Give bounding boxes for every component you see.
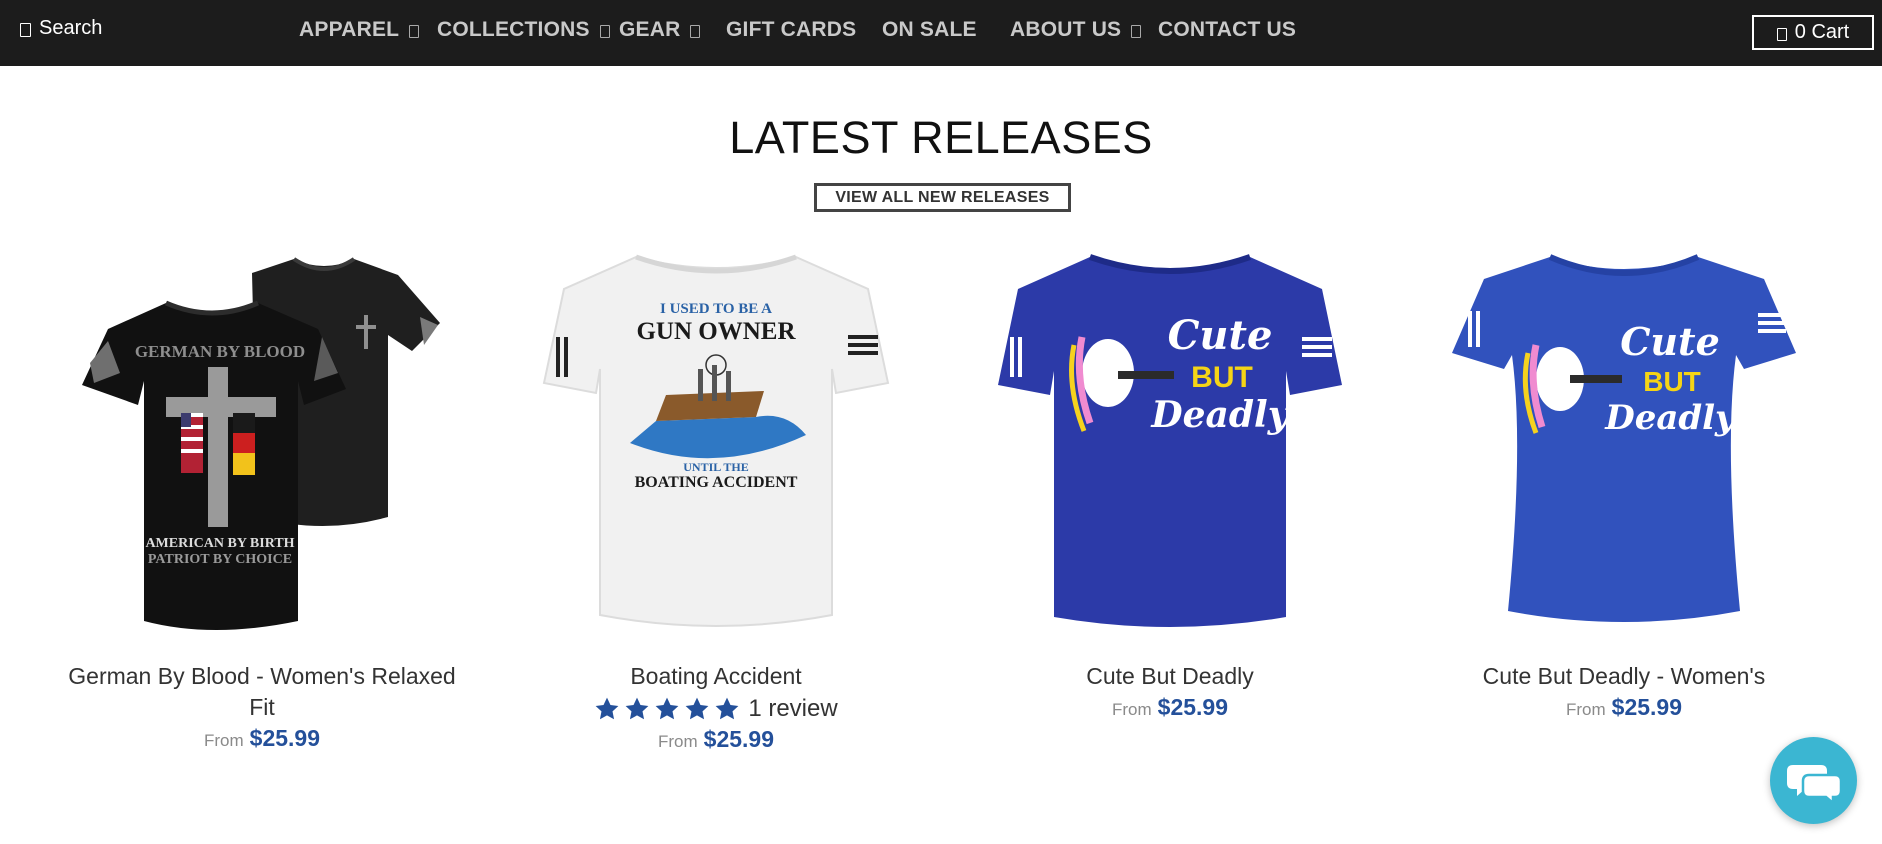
price-line: From $25.99 xyxy=(1414,694,1834,724)
print-line-1: I USED TO BE A xyxy=(660,301,772,317)
nav-on-sale[interactable]: ON SALE xyxy=(882,14,977,46)
price-prefix: From xyxy=(1111,700,1152,719)
product-price: $25.99 xyxy=(1157,694,1229,720)
nav-on-sale-label: ON SALE xyxy=(882,18,977,41)
star-icon xyxy=(625,697,649,719)
product-price: $25.99 xyxy=(1611,694,1683,720)
print-line-2: AMERICAN BY BIRTH xyxy=(145,536,294,551)
product-price: $25.99 xyxy=(249,725,321,751)
cart-label: 0 Cart xyxy=(1794,21,1850,43)
print-line-3: PATRIOT BY CHOICE xyxy=(148,552,292,567)
price-line: From $25.99 xyxy=(960,694,1380,724)
print-line-1: Cute xyxy=(1168,312,1273,359)
royal-blue-tshirt-unicorn-print[interactable]: Cute BUT Deadly xyxy=(970,245,1370,645)
nav-about-us[interactable]: ABOUT US xyxy=(1010,14,1142,46)
cart-icon xyxy=(1776,28,1787,41)
top-navigation-bar: Search APPAREL COLLECTIONS GEAR GIFT CAR… xyxy=(0,0,1882,66)
product-card[interactable]: GERMAN BY BLOOD AMERICAN BY BIRTH PATRIO… xyxy=(52,245,472,755)
print-line-2: BUT xyxy=(1643,366,1701,397)
product-title[interactable]: Cute But Deadly - Women's xyxy=(1414,661,1834,692)
print-line-1: Cute xyxy=(1620,319,1720,364)
nav-gift-cards-label: GIFT CARDS xyxy=(726,18,857,41)
nav-contact-us-label: CONTACT US xyxy=(1158,18,1297,41)
star-rating[interactable]: 1 review xyxy=(506,693,926,724)
product-card[interactable]: Cute BUT Deadly Cute But Deadly - Women'… xyxy=(1414,245,1834,724)
white-tshirt-boat-print[interactable]: I USED TO BE A GUN OWNER UNTIL THE BOATI… xyxy=(516,245,916,645)
nav-apparel[interactable]: APPAREL xyxy=(299,14,420,46)
royal-blue-womens-tshirt-unicorn-print[interactable]: Cute BUT Deadly xyxy=(1424,245,1824,645)
price-prefix: From xyxy=(657,732,698,751)
print-line-2: BUT xyxy=(1191,361,1253,394)
chevron-down-icon xyxy=(1131,25,1142,38)
nav-about-us-label: ABOUT US xyxy=(1010,18,1122,41)
product-card[interactable]: I USED TO BE A GUN OWNER UNTIL THE BOATI… xyxy=(506,245,926,756)
nav-gear[interactable]: GEAR xyxy=(619,14,701,46)
star-icon xyxy=(655,697,679,719)
nav-apparel-label: APPAREL xyxy=(299,18,400,41)
price-line: From $25.99 xyxy=(506,726,926,756)
chevron-down-icon xyxy=(599,25,610,38)
star-icon xyxy=(715,697,739,719)
star-icon xyxy=(595,697,619,719)
review-count[interactable]: 1 review xyxy=(748,695,837,723)
nav-contact-us[interactable]: CONTACT US xyxy=(1158,14,1296,46)
star-icon xyxy=(685,697,709,719)
main-menu: APPAREL COLLECTIONS GEAR GIFT CARDS ON S… xyxy=(0,14,1882,46)
nav-gear-label: GEAR xyxy=(619,18,681,41)
print-line-2: GUN OWNER xyxy=(636,318,796,345)
chevron-down-icon xyxy=(409,25,420,38)
price-prefix: From xyxy=(1565,700,1606,719)
print-line-1: GERMAN BY BLOOD xyxy=(135,342,305,361)
product-title[interactable]: Cute But Deadly xyxy=(960,661,1380,692)
chat-button[interactable] xyxy=(1770,737,1857,824)
view-all-new-releases-button[interactable]: VIEW ALL NEW RELEASES xyxy=(814,183,1071,212)
chevron-down-icon xyxy=(690,25,701,38)
product-card[interactable]: Cute BUT Deadly Cute But Deadly From $25… xyxy=(960,245,1380,724)
print-line-3: Deadly xyxy=(1150,394,1290,436)
cart-button[interactable]: 0 Cart xyxy=(1752,15,1874,50)
chat-bubbles-icon xyxy=(1786,764,1841,803)
nav-collections-label: COLLECTIONS xyxy=(437,18,590,41)
nav-collections[interactable]: COLLECTIONS xyxy=(437,14,610,46)
product-title[interactable]: Boating Accident xyxy=(506,661,926,692)
nav-gift-cards[interactable]: GIFT CARDS xyxy=(726,14,856,46)
print-line-3: UNTIL THE xyxy=(683,460,748,474)
price-prefix: From xyxy=(203,731,244,750)
price-line: From $25.99 xyxy=(52,725,472,755)
print-line-4: BOATING ACCIDENT xyxy=(635,474,798,491)
product-price: $25.99 xyxy=(703,726,775,752)
section-title: LATEST RELEASES xyxy=(729,112,1153,163)
product-title[interactable]: German By Blood - Women's Relaxed Fit xyxy=(52,661,472,723)
print-line-3: Deadly xyxy=(1604,398,1737,438)
black-tshirt-cross-flag-print[interactable]: GERMAN BY BLOOD AMERICAN BY BIRTH PATRIO… xyxy=(62,245,462,645)
